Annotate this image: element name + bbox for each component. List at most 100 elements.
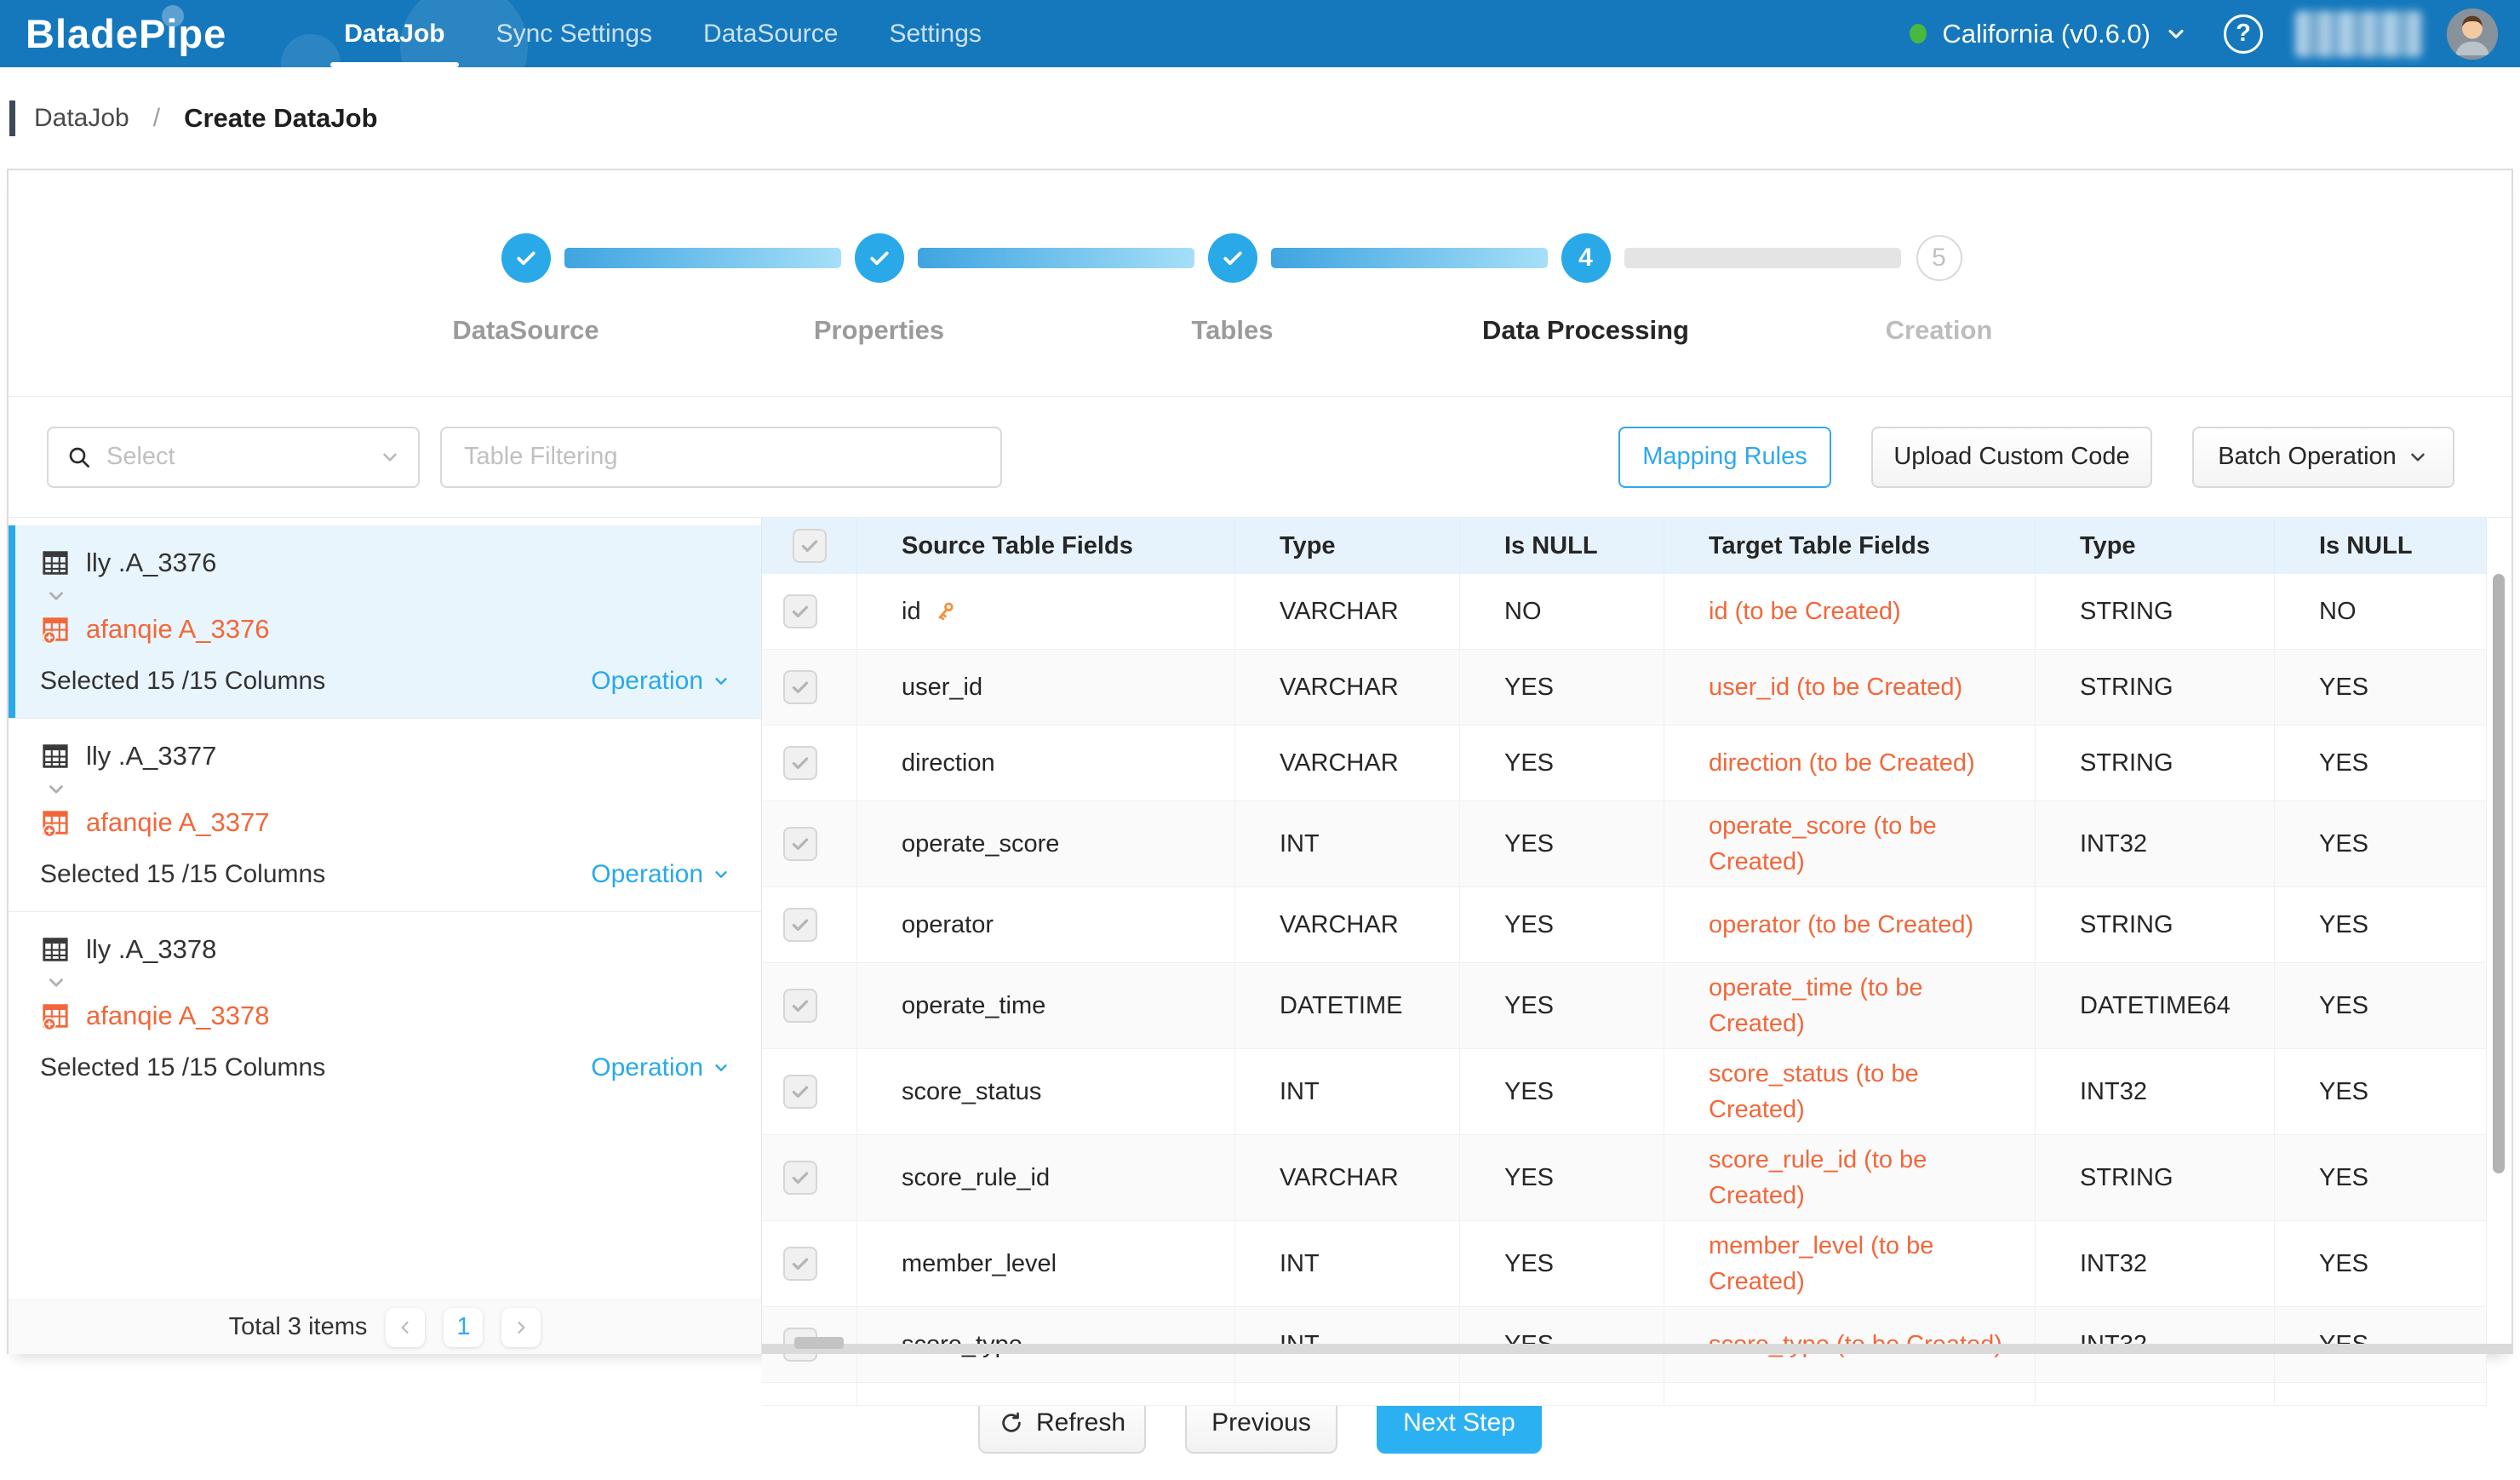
source-field-cell: operator — [857, 887, 1235, 962]
table-add-icon — [40, 614, 71, 645]
row-checkbox-checked-disabled[interactable] — [783, 670, 817, 704]
avatar-illustration — [2447, 9, 2498, 60]
source-type-cell: VARCHAR — [1235, 1135, 1460, 1220]
source-type-cell: DATETIME — [1235, 963, 1460, 1048]
pagination-total: Total 3 items — [229, 1313, 368, 1341]
nav-tab-settings[interactable]: Settings — [863, 0, 1006, 67]
nav-tab-datajob[interactable]: DataJob — [318, 0, 470, 67]
target-type-cell: STRING — [2036, 574, 2275, 649]
breadcrumb-separator: / — [153, 104, 160, 133]
source-isnull-cell: YES — [1460, 801, 1664, 886]
field-row-score_status: score_status INT YES score_status (to be… — [762, 1049, 2487, 1135]
row-checkbox-checked-disabled[interactable] — [783, 594, 817, 628]
search-icon — [66, 444, 93, 471]
partial-cell — [857, 1383, 1235, 1405]
check-icon — [1220, 245, 1246, 271]
check-icon — [867, 245, 892, 271]
batch-operation-button[interactable]: Batch Operation — [2192, 427, 2454, 488]
row-checkbox-checked-disabled[interactable] — [783, 908, 817, 942]
target-type-cell: STRING — [2036, 650, 2275, 725]
table-list-panel: lly .A_3376 afanqie A_3376 Selected 15 /… — [9, 518, 762, 1354]
row-checkbox-checked-disabled[interactable] — [783, 746, 817, 780]
chevron-down-icon[interactable] — [2164, 22, 2188, 46]
row-checkbox-checked-disabled[interactable] — [783, 989, 817, 1023]
pagination-page-1[interactable]: 1 — [444, 1308, 483, 1347]
pagination-next-button[interactable] — [501, 1308, 541, 1347]
target-field-cell: user_id (to be Created) — [1664, 650, 2036, 725]
mapping-rules-button[interactable]: Mapping Rules — [1618, 427, 1831, 488]
vertical-scrollbar-thumb[interactable] — [2493, 574, 2505, 1173]
field-row-user_id: user_id VARCHAR YES user_id (to be Creat… — [762, 650, 2487, 726]
source-table-name: lly .A_3377 — [86, 741, 216, 772]
step-check-circle — [501, 233, 551, 283]
content-area: lly .A_3376 afanqie A_3376 Selected 15 /… — [9, 518, 2511, 1354]
page-title: Create DataJob — [184, 103, 377, 134]
operation-dropdown[interactable]: Operation — [591, 1053, 730, 1082]
table-icon — [40, 741, 71, 772]
step-connector — [1624, 248, 1901, 268]
table-card-list: lly .A_3376 afanqie A_3376 Selected 15 /… — [9, 525, 761, 1104]
pagination-prev-button[interactable] — [386, 1308, 425, 1347]
source-type-cell: VARCHAR — [1235, 887, 1460, 962]
row-checkbox-cell — [762, 650, 857, 725]
toolbar-buttons: Mapping Rules Upload Custom Code Batch O… — [1618, 427, 2454, 488]
field-row-id: id VARCHAR NO id (to be Created) STRING … — [762, 574, 2487, 650]
refresh-label: Refresh — [1036, 1408, 1125, 1437]
step-label: Creation — [1762, 315, 2116, 346]
source-isnull-cell: NO — [1460, 574, 1664, 649]
stepper: DataSource Properties Tables 4 Data Proc… — [9, 170, 2511, 397]
region-selector[interactable]: California (v0.6.0) — [1942, 19, 2151, 49]
row-checkbox-checked-disabled[interactable] — [783, 1247, 817, 1281]
target-isnull-cell: YES — [2275, 963, 2487, 1048]
help-icon[interactable]: ? — [2224, 14, 2263, 54]
avatar[interactable] — [2447, 9, 2498, 60]
nav-tab-datasource[interactable]: DataSource — [678, 0, 863, 67]
step-label: Data Processing — [1409, 315, 1762, 346]
target-table-name: afanqie A_3376 — [86, 614, 270, 645]
table-card-2[interactable]: lly .A_3377 afanqie A_3377 Selected 15 /… — [9, 719, 761, 911]
row-checkbox-checked-disabled[interactable] — [793, 529, 827, 563]
source-type-cell: INT — [1235, 1049, 1460, 1134]
row-checkbox-checked-disabled[interactable] — [783, 1075, 817, 1109]
row-checkbox-checked-disabled[interactable] — [783, 1161, 817, 1195]
target-table-name: afanqie A_3377 — [86, 807, 270, 838]
chevron-down-icon[interactable] — [45, 778, 730, 800]
row-checkbox-cell — [762, 574, 857, 649]
partial-cell — [1460, 1383, 1664, 1405]
source-field-cell: score_rule_id — [857, 1135, 1235, 1220]
selected-columns-text: Selected 15 /15 Columns — [40, 1053, 325, 1082]
table-filter-input[interactable] — [440, 427, 1002, 488]
operation-dropdown[interactable]: Operation — [591, 667, 730, 696]
breadcrumb-parent[interactable]: DataJob — [34, 104, 129, 133]
source-type-cell: INT — [1235, 801, 1460, 886]
partial-cell — [2275, 1383, 2487, 1405]
chevron-down-icon[interactable] — [45, 972, 730, 994]
source-isnull-cell: YES — [1460, 963, 1664, 1048]
target-type-cell: INT32 — [2036, 801, 2275, 886]
row-checkbox-checked-disabled[interactable] — [783, 827, 817, 861]
table-icon — [40, 934, 71, 965]
step-number-circle: 4 — [1561, 233, 1611, 283]
panel-spacer — [9, 1104, 761, 1299]
status-dot-icon — [1910, 24, 1927, 43]
table-card-1[interactable]: lly .A_3376 afanqie A_3376 Selected 15 /… — [9, 525, 761, 718]
horizontal-scrollbar-thumb[interactable] — [794, 1337, 844, 1349]
partial-cell — [1235, 1383, 1460, 1405]
chevron-down-icon[interactable] — [45, 585, 730, 607]
breadcrumb-accent-bar — [9, 100, 15, 136]
horizontal-scrollbar-track — [762, 1344, 2511, 1354]
select-placeholder: Select — [106, 443, 379, 471]
table-select-dropdown[interactable]: Select — [47, 427, 420, 488]
operation-dropdown[interactable]: Operation — [591, 860, 730, 889]
source-isnull-cell: YES — [1460, 1135, 1664, 1220]
table-card-3[interactable]: lly .A_3378 afanqie A_3378 Selected 15 /… — [9, 912, 761, 1104]
target-isnull-cell: YES — [2275, 650, 2487, 725]
target-isnull-cell: YES — [2275, 726, 2487, 800]
nav-tab-sync-settings[interactable]: Sync Settings — [471, 0, 678, 67]
step-label: DataSource — [349, 315, 702, 346]
target-type-cell: STRING — [2036, 1135, 2275, 1220]
upload-custom-code-button[interactable]: Upload Custom Code — [1871, 427, 2152, 488]
target-isnull-cell: YES — [2275, 1221, 2487, 1306]
column-header: Is NULL — [2275, 518, 2487, 574]
toolbar: Select Mapping Rules Upload Custom Code … — [9, 397, 2511, 518]
